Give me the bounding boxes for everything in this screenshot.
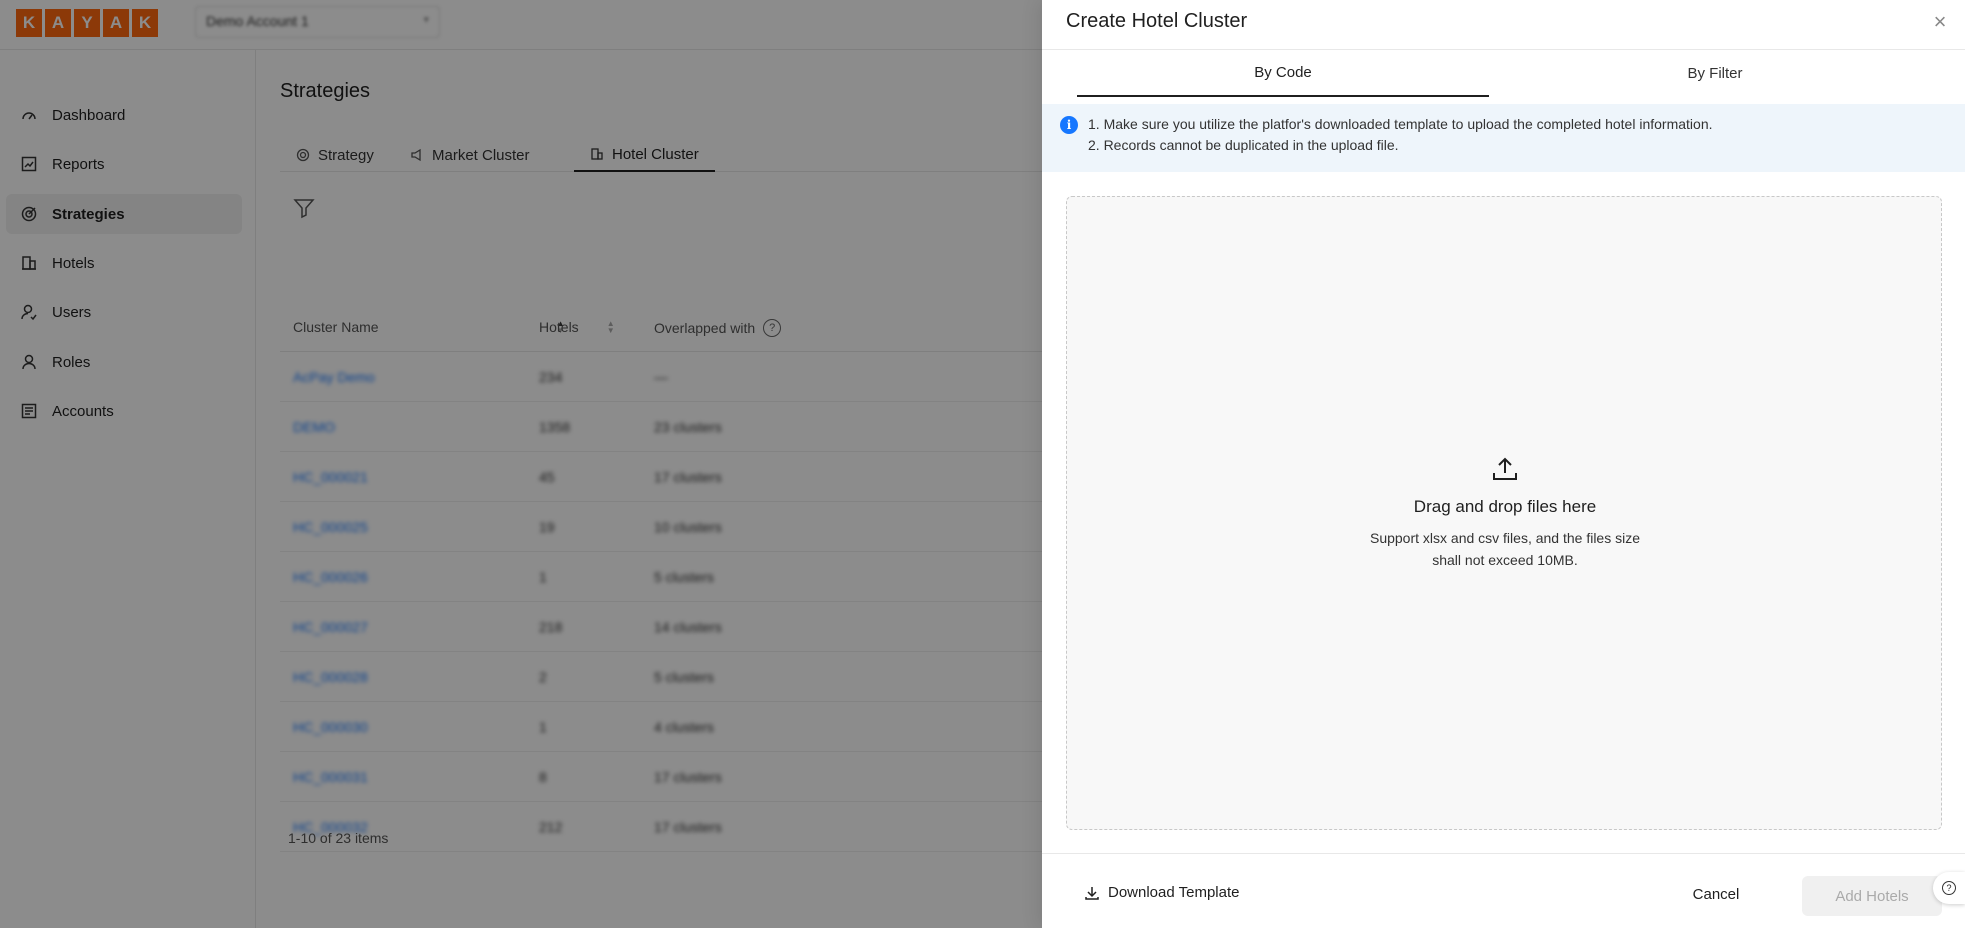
tab-by-filter[interactable]: By Filter bbox=[1509, 50, 1921, 97]
drawer-tabs: By Code By Filter bbox=[1077, 50, 1965, 97]
upload-icon bbox=[1493, 457, 1517, 480]
file-dropzone[interactable]: Drag and drop files here Support xlsx an… bbox=[1066, 196, 1942, 830]
tab-by-code[interactable]: By Code bbox=[1077, 50, 1489, 97]
add-hotels-button[interactable]: Add Hotels bbox=[1802, 876, 1942, 916]
info-alert: i 1. Make sure you utilize the platfor's… bbox=[1042, 104, 1965, 172]
dropzone-subtitle-line1: Support xlsx and csv files, and the file… bbox=[1369, 530, 1641, 546]
dropzone-subtitle-line2: shall not exceed 10MB. bbox=[1432, 552, 1578, 568]
download-icon bbox=[1085, 886, 1099, 900]
dropzone-title: Drag and drop files here bbox=[1413, 497, 1597, 516]
close-icon[interactable]: × bbox=[1929, 11, 1951, 34]
info-line-1: 1. Make sure you utilize the platfor's d… bbox=[1088, 116, 1713, 132]
download-template-button[interactable]: Download Template bbox=[1084, 884, 1239, 901]
drawer-header: Create Hotel Cluster × bbox=[1042, 0, 1965, 50]
drawer-footer: Download Template Cancel Add Hotels ? bbox=[1042, 853, 1965, 928]
cancel-button[interactable]: Cancel bbox=[1676, 876, 1756, 912]
info-line-2: 2. Records cannot be duplicated in the u… bbox=[1088, 137, 1399, 153]
info-icon: i bbox=[1060, 116, 1078, 134]
create-hotel-cluster-drawer: Create Hotel Cluster × By Code By Filter… bbox=[1042, 0, 1965, 928]
floating-help-button[interactable]: ? bbox=[1933, 872, 1965, 904]
help-icon: ? bbox=[1942, 881, 1956, 895]
download-template-label: Download Template bbox=[1108, 884, 1240, 901]
drawer-title: Create Hotel Cluster bbox=[1066, 10, 1248, 32]
